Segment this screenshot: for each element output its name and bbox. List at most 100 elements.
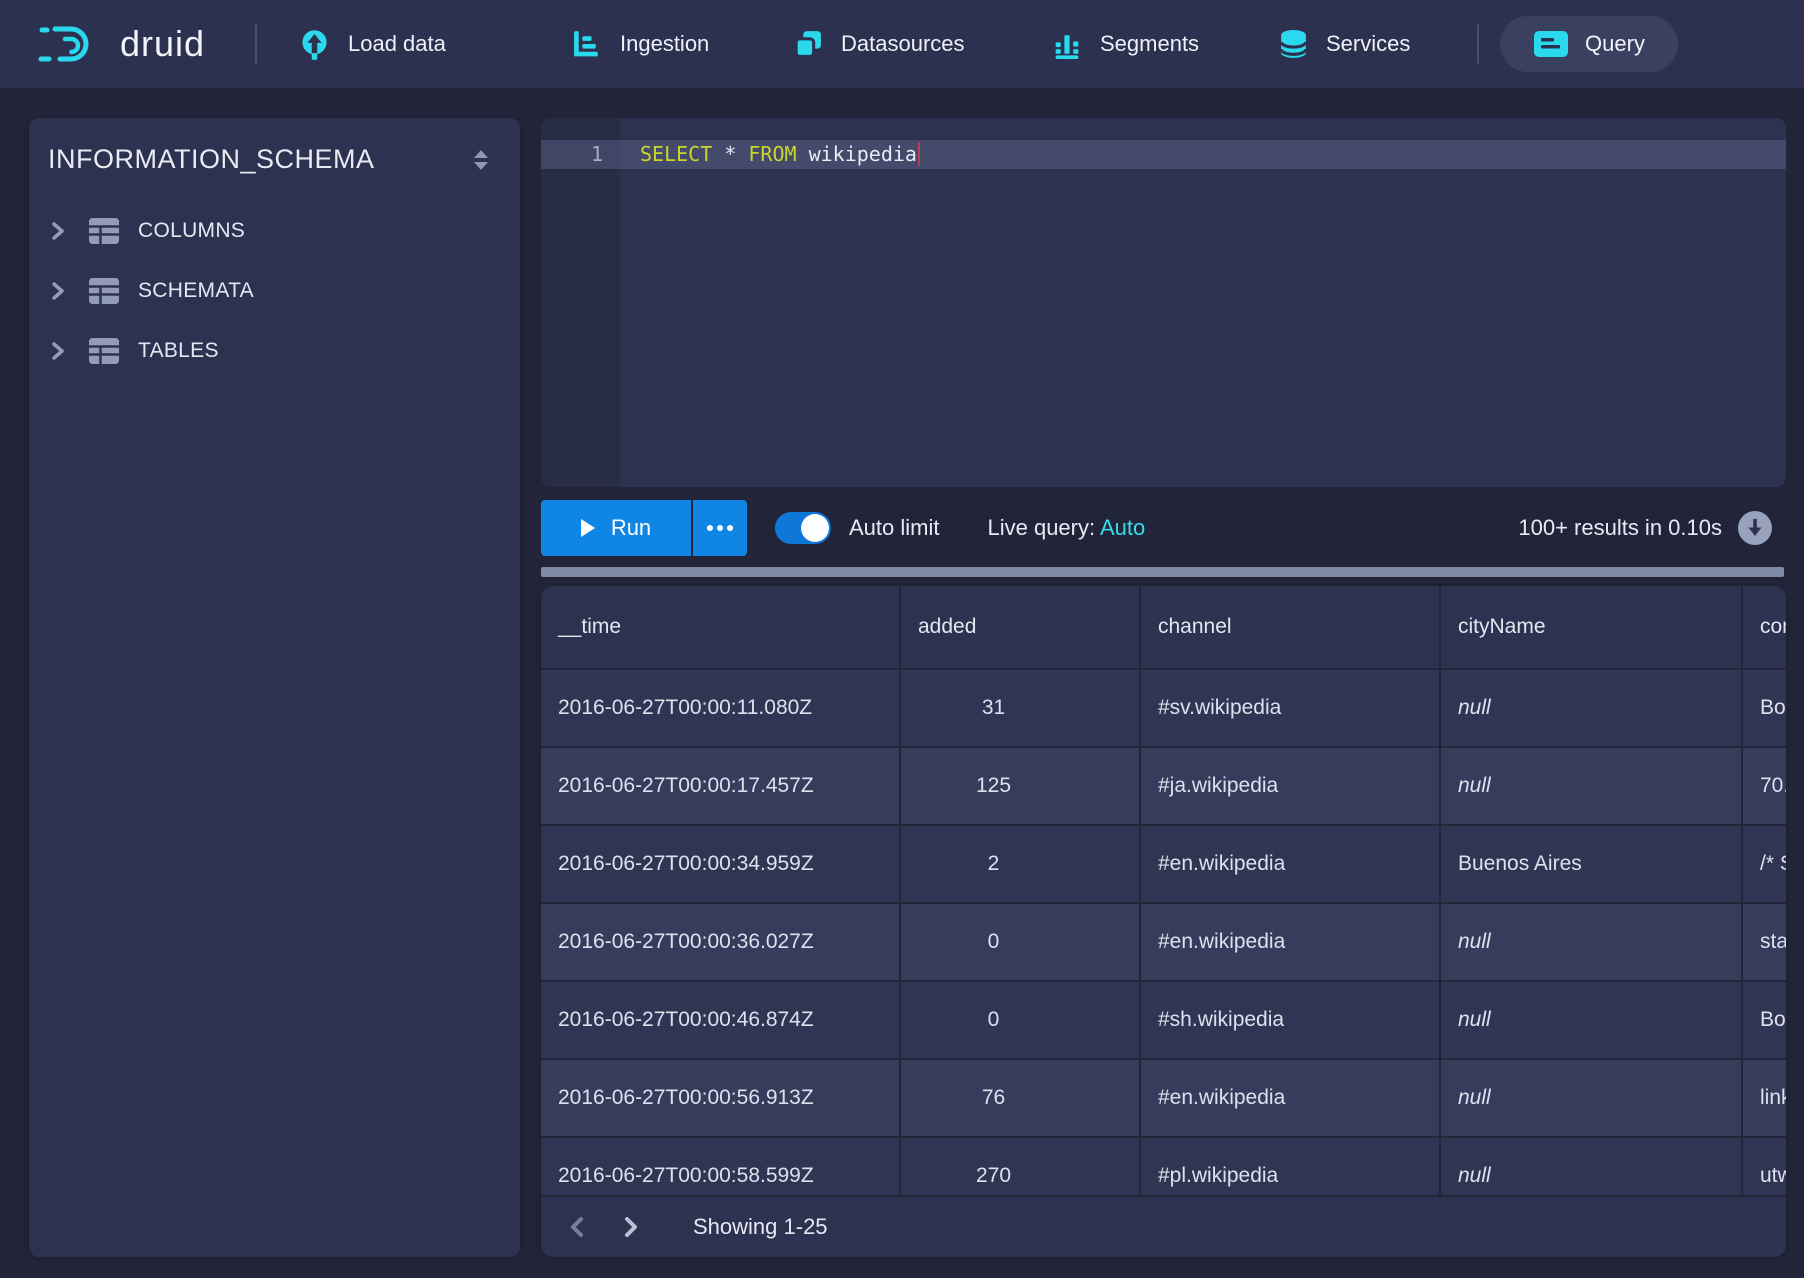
cell-cityname[interactable]: null (1439, 1060, 1741, 1136)
pagination-footer: Showing 1-25 (541, 1195, 1786, 1257)
table-grid-icon (88, 217, 120, 245)
sql-keyword: FROM (748, 142, 796, 166)
table-row: 2016-06-27T00:00:17.457Z 125 #ja.wikiped… (541, 746, 1786, 824)
download-results-button[interactable] (1738, 511, 1772, 545)
cell-comment[interactable]: /* S (1741, 826, 1786, 902)
cell-added[interactable]: 31 (899, 670, 1139, 746)
cell-cityname[interactable]: null (1439, 748, 1741, 824)
table-row: 2016-06-27T00:00:11.080Z 31 #sv.wikipedi… (541, 668, 1786, 746)
nav-item-label: Segments (1100, 31, 1199, 57)
cell-comment[interactable]: sta (1741, 904, 1786, 980)
sql-text: * (712, 142, 748, 166)
panel-resize-splitter[interactable] (541, 567, 1784, 577)
next-page-button[interactable] (611, 1207, 651, 1247)
sidebar-item-label: TABLES (138, 339, 219, 363)
showing-range-label: Showing 1-25 (693, 1214, 828, 1240)
auto-limit-toggle[interactable] (775, 512, 831, 544)
cell-channel[interactable]: #sh.wikipedia (1139, 982, 1439, 1058)
table-row: 2016-06-27T00:00:46.874Z 0 #sh.wikipedia… (541, 980, 1786, 1058)
cell-time[interactable]: 2016-06-27T00:00:46.874Z (541, 982, 899, 1058)
chevron-right-icon (51, 281, 67, 301)
chevron-right-icon (51, 341, 67, 361)
sidebar-item-schemata[interactable]: SCHEMATA (29, 265, 520, 317)
cell-comment[interactable]: link (1741, 1060, 1786, 1136)
services-icon (1278, 29, 1309, 60)
table-grid-icon (88, 337, 120, 365)
chevron-left-icon (568, 1215, 586, 1239)
cell-comment[interactable]: Bot (1741, 670, 1786, 746)
cell-cityname[interactable]: null (1439, 670, 1741, 746)
sql-query-text: SELECT * FROM wikipedia (640, 142, 920, 166)
query-console-icon (1533, 29, 1569, 59)
datasources-icon (793, 29, 824, 60)
previous-page-button[interactable] (557, 1207, 597, 1247)
column-header-comment[interactable]: comment (1741, 586, 1786, 668)
cell-channel[interactable]: #ja.wikipedia (1139, 748, 1439, 824)
sidebar-item-tables[interactable]: TABLES (29, 325, 520, 377)
top-navbar: druid Load data Ingestion (0, 0, 1804, 88)
cell-channel[interactable]: #en.wikipedia (1139, 826, 1439, 902)
schema-selector-caret-icon[interactable] (472, 149, 490, 171)
results-panel: __time added channel cityName comment 20… (541, 586, 1786, 1257)
segments-icon (1052, 29, 1083, 60)
sql-keyword: SELECT (640, 142, 712, 166)
druid-logo[interactable]: druid (38, 0, 205, 88)
live-query-value[interactable]: Auto (1100, 515, 1145, 540)
live-query-label: Live query: Auto (987, 515, 1145, 541)
nav-item-datasources[interactable]: Datasources (793, 0, 965, 88)
cell-cityname[interactable]: null (1439, 904, 1741, 980)
cell-time[interactable]: 2016-06-27T00:00:17.457Z (541, 748, 899, 824)
nav-item-load-data[interactable]: Load data (298, 0, 446, 88)
nav-item-query-active[interactable]: Query (1500, 16, 1678, 72)
chevron-right-icon (51, 221, 67, 241)
cell-added[interactable]: 2 (899, 826, 1139, 902)
sidebar-item-columns[interactable]: COLUMNS (29, 205, 520, 257)
cell-cityname[interactable]: Buenos Aires (1439, 826, 1741, 902)
table-grid-icon (88, 277, 120, 305)
table-header-row: __time added channel cityName comment (541, 586, 1786, 668)
text-cursor (918, 142, 920, 166)
cell-added[interactable]: 76 (899, 1060, 1139, 1136)
cell-added[interactable]: 0 (899, 904, 1139, 980)
nav-item-ingestion[interactable]: Ingestion (572, 0, 709, 88)
cell-time[interactable]: 2016-06-27T00:00:36.027Z (541, 904, 899, 980)
schema-sidebar: INFORMATION_SCHEMA COLUMNS (29, 118, 520, 1257)
line-number: 1 (541, 142, 603, 166)
nav-item-services[interactable]: Services (1278, 0, 1410, 88)
table-row: 2016-06-27T00:00:34.959Z 2 #en.wikipedia… (541, 824, 1786, 902)
run-more-options-button[interactable] (693, 500, 747, 556)
cell-channel[interactable]: #en.wikipedia (1139, 1060, 1439, 1136)
column-header-time[interactable]: __time (541, 586, 899, 668)
cell-cityname[interactable]: null (1439, 982, 1741, 1058)
nav-item-label: Query (1585, 31, 1645, 57)
ellipsis-icon (707, 525, 713, 531)
nav-item-label: Services (1326, 31, 1410, 57)
brand-name: druid (120, 23, 205, 65)
cell-time[interactable]: 2016-06-27T00:00:11.080Z (541, 670, 899, 746)
chevron-right-icon (622, 1215, 640, 1239)
cell-channel[interactable]: #en.wikipedia (1139, 904, 1439, 980)
run-button-label: Run (611, 515, 651, 541)
ingestion-icon (572, 29, 603, 60)
sql-editor[interactable]: 1 SELECT * FROM wikipedia (541, 118, 1786, 487)
results-table: __time added channel cityName comment 20… (541, 586, 1786, 1214)
column-header-added[interactable]: added (899, 586, 1139, 668)
cell-comment[interactable]: Bot (1741, 982, 1786, 1058)
cell-added[interactable]: 125 (899, 748, 1139, 824)
druid-logo-icon (38, 20, 104, 68)
navbar-divider (255, 24, 257, 64)
auto-limit-label: Auto limit (849, 515, 939, 541)
run-button[interactable]: Run (541, 500, 691, 556)
query-toolbar: Run Auto limit Live query: Auto 100+ res… (541, 499, 1786, 556)
nav-item-label: Datasources (841, 31, 965, 57)
cell-comment[interactable]: 70. (1741, 748, 1786, 824)
column-header-cityname[interactable]: cityName (1439, 586, 1741, 668)
cell-time[interactable]: 2016-06-27T00:00:34.959Z (541, 826, 899, 902)
cell-time[interactable]: 2016-06-27T00:00:56.913Z (541, 1060, 899, 1136)
nav-item-label: Ingestion (620, 31, 709, 57)
cell-added[interactable]: 0 (899, 982, 1139, 1058)
cell-channel[interactable]: #sv.wikipedia (1139, 670, 1439, 746)
nav-item-segments[interactable]: Segments (1052, 0, 1199, 88)
column-header-channel[interactable]: channel (1139, 586, 1439, 668)
download-icon (1744, 517, 1766, 539)
